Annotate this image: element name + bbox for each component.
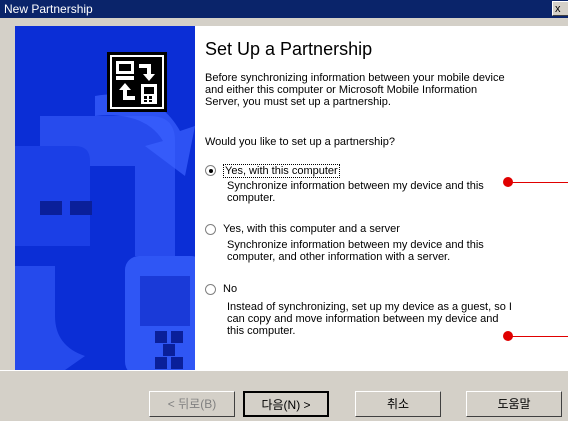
close-button[interactable]: x — [552, 1, 568, 16]
option-computer-and-server-label[interactable]: Yes, with this computer and a server — [223, 223, 400, 235]
wizard-banner-graphic — [15, 26, 195, 370]
question-text: Would you like to set up a partnership? — [205, 136, 395, 148]
radio-no[interactable] — [205, 284, 216, 295]
button-bar: < 뒤로(B) 다음(N) > 취소 도움말 — [0, 370, 568, 421]
page-title: Set Up a Partnership — [205, 39, 373, 59]
title-bar[interactable]: New Partnership x — [0, 0, 568, 18]
wizard-content: Set Up a Partnership Before synchronizin… — [195, 26, 568, 370]
intro-text: Before synchronizing information between… — [205, 72, 505, 108]
callout-line-2 — [512, 336, 568, 337]
next-button[interactable]: 다음(N) > — [243, 391, 329, 417]
sync-icon — [107, 52, 167, 112]
help-button[interactable]: 도움말 — [466, 391, 562, 417]
option-this-computer-label[interactable]: Yes, with this computer — [223, 164, 340, 178]
callout-line-1 — [512, 182, 568, 183]
wizard-banner-image — [15, 26, 195, 370]
radio-this-computer[interactable] — [205, 165, 216, 176]
option-no-label[interactable]: No — [223, 283, 237, 295]
new-partnership-dialog: New Partnership x Set Up a Partnership B… — [0, 0, 568, 421]
option-no-description: Instead of synchronizing, set up my devi… — [227, 301, 512, 337]
option-computer-and-server-description: Synchronize information between my devic… — [227, 239, 484, 263]
window-title: New Partnership — [4, 2, 93, 16]
back-button[interactable]: < 뒤로(B) — [149, 391, 235, 417]
radio-computer-and-server[interactable] — [205, 224, 216, 235]
cancel-button[interactable]: 취소 — [355, 391, 441, 417]
option-this-computer-description: Synchronize information between my devic… — [227, 180, 484, 204]
